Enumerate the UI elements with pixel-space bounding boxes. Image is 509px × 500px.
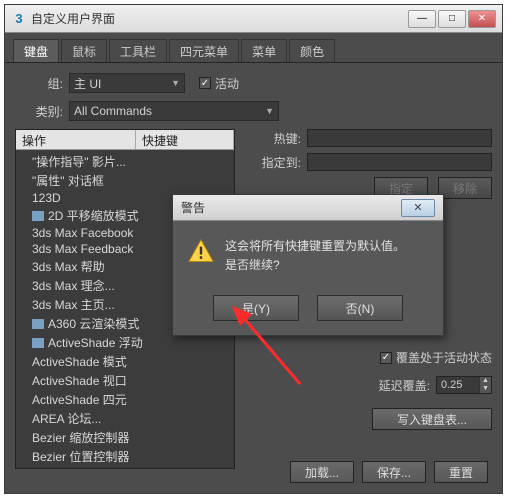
override-active-label: 覆盖处于活动状态: [396, 349, 492, 366]
list-item[interactable]: Bezier 位置控制器: [16, 447, 234, 466]
item-label: 3ds Max 理念...: [32, 277, 115, 294]
list-item[interactable]: "操作指导" 影片...: [16, 152, 234, 171]
close-button[interactable]: ✕: [468, 10, 496, 28]
save-button[interactable]: 保存...: [362, 461, 426, 483]
minimize-button[interactable]: —: [408, 10, 436, 28]
tab-menu[interactable]: 菜单: [241, 39, 287, 62]
group-label: 组:: [15, 75, 63, 92]
spinner-down-icon[interactable]: ▼: [479, 385, 491, 393]
item-label: AREA 论坛...: [32, 410, 101, 427]
tab-toolbar[interactable]: 工具栏: [109, 39, 167, 62]
tab-quadmenu[interactable]: 四元菜单: [169, 39, 239, 62]
assignto-label: 指定到:: [245, 154, 301, 171]
yes-button[interactable]: 是(Y): [213, 295, 299, 321]
item-label: Biped: [48, 467, 79, 468]
tab-color[interactable]: 颜色: [289, 39, 335, 62]
chevron-down-icon: ▼: [265, 106, 274, 116]
item-label: ActiveShade 四元: [32, 391, 127, 408]
list-item[interactable]: Bezier 缩放控制器: [16, 428, 234, 447]
item-icon: [32, 319, 44, 329]
warning-dialog: 警告 ✕ 这会将所有快捷键重置为默认值。 是否继续? 是(Y) 否(N): [172, 194, 444, 336]
group-value: 主 UI: [74, 75, 101, 92]
hotkey-input[interactable]: [307, 129, 492, 147]
col-shortcut[interactable]: 快捷键: [136, 130, 234, 149]
list-item[interactable]: Biped: [16, 466, 234, 468]
active-label: 活动: [215, 75, 239, 92]
category-label: 类别:: [15, 103, 63, 120]
item-label: ActiveShade 模式: [32, 353, 127, 370]
category-select[interactable]: All Commands ▼: [69, 101, 279, 121]
item-label: 2D 平移缩放模式: [48, 207, 139, 224]
list-item[interactable]: ActiveShade 模式: [16, 352, 234, 371]
item-label: Bezier 缩放控制器: [32, 429, 129, 446]
reset-button[interactable]: 重置: [434, 461, 488, 483]
hotkey-label: 热键:: [245, 130, 301, 147]
col-action[interactable]: 操作: [16, 130, 136, 149]
item-label: ActiveShade 视口: [32, 372, 127, 389]
item-label: "操作指导" 影片...: [32, 153, 126, 170]
list-item[interactable]: ActiveShade 四元: [16, 390, 234, 409]
titlebar[interactable]: 3 自定义用户界面 — □ ✕: [5, 5, 502, 33]
list-item[interactable]: "属性" 对话框: [16, 171, 234, 190]
item-label: "属性" 对话框: [32, 172, 104, 189]
checkmark-icon: ✓: [199, 77, 211, 89]
item-label: 3ds Max 帮助: [32, 258, 105, 275]
override-active-checkbox[interactable]: ✓ 覆盖处于活动状态: [380, 349, 492, 366]
delay-label: 延迟覆盖:: [379, 377, 430, 394]
dialog-message-2: 是否继续?: [225, 256, 405, 275]
item-label: A360 云渲染模式: [48, 315, 139, 332]
item-label: 3ds Max Facebook: [32, 226, 133, 240]
category-value: All Commands: [74, 104, 152, 118]
list-item[interactable]: ActiveShade 视口: [16, 371, 234, 390]
dialog-close-button[interactable]: ✕: [401, 199, 435, 217]
chevron-down-icon: ▼: [171, 78, 180, 88]
checkmark-icon: ✓: [380, 352, 392, 364]
app-icon: 3: [11, 11, 27, 27]
maximize-button[interactable]: □: [438, 10, 466, 28]
spinner-up-icon[interactable]: ▲: [479, 377, 491, 385]
item-label: 3ds Max Feedback: [32, 242, 133, 256]
tab-bar: 键盘 鼠标 工具栏 四元菜单 菜单 颜色: [5, 33, 502, 63]
warning-icon: [187, 237, 215, 265]
list-item[interactable]: AREA 论坛...: [16, 409, 234, 428]
remove-button[interactable]: 移除: [438, 177, 492, 199]
tab-mouse[interactable]: 鼠标: [61, 39, 107, 62]
write-keyboard-table-button[interactable]: 写入键盘表...: [372, 408, 492, 430]
item-label: Bezier 位置控制器: [32, 448, 129, 465]
no-button[interactable]: 否(N): [317, 295, 403, 321]
dialog-title: 警告: [181, 199, 205, 216]
dialog-message-1: 这会将所有快捷键重置为默认值。: [225, 237, 405, 256]
item-label: 3ds Max 主页...: [32, 296, 115, 313]
tab-keyboard[interactable]: 键盘: [13, 39, 59, 62]
dialog-titlebar[interactable]: 警告 ✕: [173, 195, 443, 221]
group-select[interactable]: 主 UI ▼: [69, 73, 185, 93]
item-icon: [32, 211, 44, 221]
active-checkbox[interactable]: ✓ 活动: [199, 75, 239, 92]
item-icon: [32, 338, 44, 348]
item-label: 123D: [32, 191, 61, 205]
item-label: ActiveShade 浮动: [48, 334, 143, 351]
window-title: 自定义用户界面: [31, 10, 408, 27]
assignto-input[interactable]: [307, 153, 492, 171]
delay-spinner[interactable]: 0.25 ▲▼: [436, 376, 492, 394]
load-button[interactable]: 加载...: [290, 461, 354, 483]
delay-value: 0.25: [441, 379, 462, 391]
